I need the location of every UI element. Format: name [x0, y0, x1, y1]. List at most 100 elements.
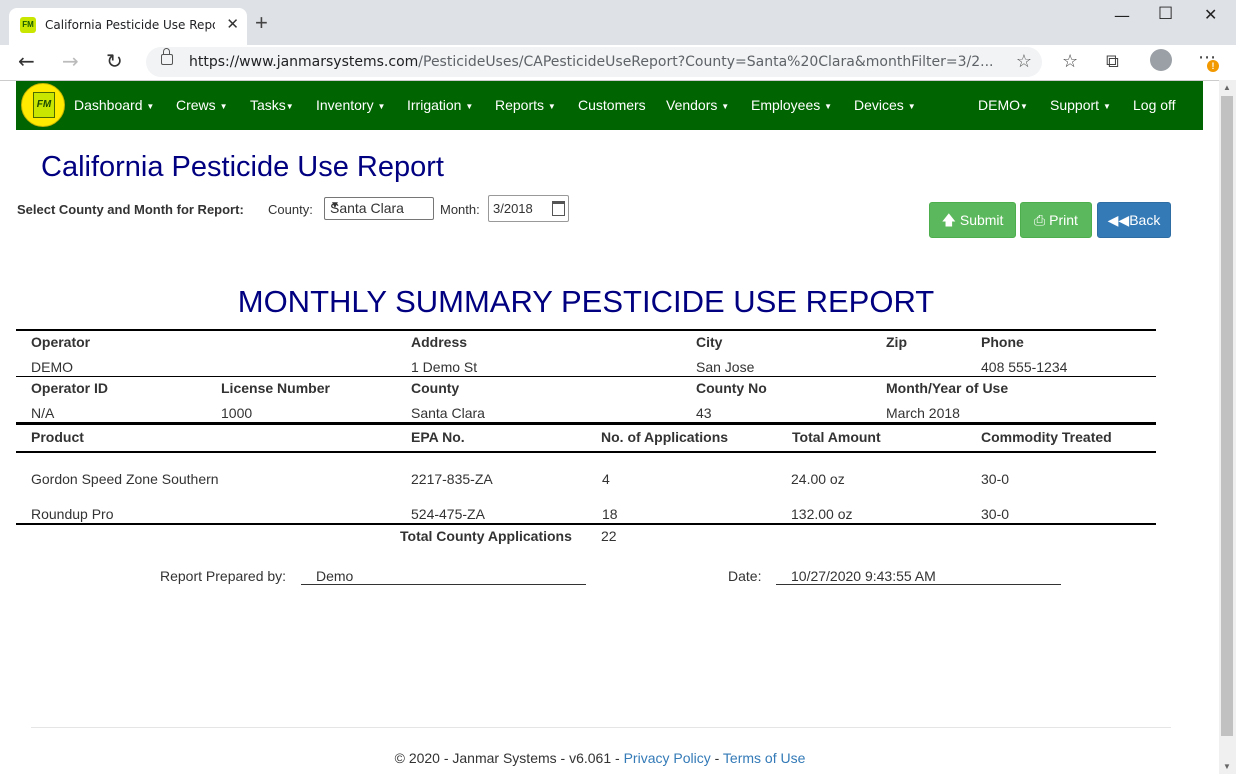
applications-cell: 18	[602, 506, 618, 522]
divider	[16, 329, 1156, 331]
county-select[interactable]: Santa Clara ▼	[324, 197, 434, 220]
tab-title: California Pesticide Use Report -	[45, 18, 215, 32]
chevron-down-icon: ▼	[330, 200, 340, 211]
nav-demo[interactable]: DEMO▼	[978, 97, 1028, 113]
nav-employees[interactable]: Employees ▼	[751, 97, 832, 113]
arrow-up-icon: 🡅	[941, 212, 956, 228]
privacy-policy-link[interactable]: Privacy Policy	[624, 750, 711, 766]
operator-header: Operator	[31, 334, 91, 350]
column-header-epa: EPA No.	[411, 429, 465, 445]
total-value: 22	[601, 528, 617, 544]
backward-icon: ◀◀	[1107, 212, 1130, 228]
nav-reports[interactable]: Reports ▼	[495, 97, 556, 113]
nav-customers[interactable]: Customers	[578, 97, 646, 113]
date-line	[776, 584, 1061, 585]
scroll-thumb[interactable]	[1221, 96, 1233, 736]
app-navbar: FM Dashboard ▼ Crews ▼ Tasks▼ Inventory …	[16, 81, 1203, 130]
copyright-text: © 2020 - Janmar Systems - v6.061 -	[394, 750, 620, 766]
terms-of-use-link[interactable]: Terms of Use	[723, 750, 805, 766]
close-tab-icon[interactable]: ✕	[226, 15, 239, 33]
lock-icon	[161, 48, 173, 65]
url-field[interactable]: https://www.janmarsystems.com/PesticideU…	[146, 47, 1042, 77]
license-value: 1000	[221, 405, 253, 421]
divider	[16, 376, 1156, 377]
back-button[interactable]: ◀◀Back	[1097, 202, 1171, 238]
product-cell: Gordon Speed Zone Southern	[31, 471, 219, 487]
url-text: https://www.janmarsystems.com/PesticideU…	[189, 54, 994, 70]
divider	[16, 523, 1156, 525]
forward-arrow-icon[interactable]: →	[62, 49, 79, 73]
footer-divider	[31, 727, 1171, 728]
phone-value: 408 555-1234	[981, 359, 1068, 375]
epa-cell: 524-475-ZA	[411, 506, 485, 522]
close-window-icon[interactable]: ✕	[1204, 5, 1217, 24]
total-label: Total County Applications	[400, 528, 572, 544]
new-tab-icon[interactable]: +	[255, 10, 268, 36]
calendar-icon[interactable]	[552, 201, 565, 216]
column-header-product: Product	[31, 429, 84, 445]
back-arrow-icon[interactable]: ←	[18, 49, 35, 73]
county-no-value: 43	[696, 405, 712, 421]
city-value: San Jose	[696, 359, 755, 375]
footer-separator: -	[714, 750, 720, 766]
nav-irrigation[interactable]: Irrigation ▼	[407, 97, 473, 113]
divider	[16, 422, 1156, 425]
operator-value: DEMO	[31, 359, 73, 375]
maximize-icon[interactable]: ☐	[1158, 4, 1173, 24]
nav-logoff[interactable]: Log off	[1133, 97, 1176, 113]
amount-cell: 24.00 oz	[791, 471, 845, 487]
nav-inventory[interactable]: Inventory ▼	[316, 97, 385, 113]
address-value: 1 Demo St	[411, 359, 478, 375]
operator-id-header: Operator ID	[31, 380, 109, 396]
product-cell: Roundup Pro	[31, 506, 114, 522]
app-logo[interactable]: FM	[21, 83, 65, 127]
filter-label: Select County and Month for Report:	[17, 202, 244, 217]
report-title: MONTHLY SUMMARY PESTICIDE USE REPORT	[237, 284, 935, 319]
browser-tab[interactable]: FM California Pesticide Use Report - ✕	[9, 8, 247, 45]
scrollbar[interactable]: ▲ ▼	[1219, 80, 1236, 774]
scroll-down-icon[interactable]: ▼	[1223, 762, 1231, 771]
nav-crews[interactable]: Crews ▼	[176, 97, 227, 113]
commodity-cell: 30-0	[981, 471, 1010, 487]
date-label: Date:	[728, 568, 762, 584]
column-header-amount: Total Amount	[792, 429, 881, 445]
nav-vendors[interactable]: Vendors ▼	[666, 97, 729, 113]
nav-support[interactable]: Support ▼	[1050, 97, 1111, 113]
county-label: County:	[268, 202, 313, 217]
county-header: County	[411, 380, 460, 396]
month-input[interactable]: 3/2018	[488, 195, 569, 222]
browser-tab-bar: FM California Pesticide Use Report - ✕ +…	[0, 0, 1236, 45]
collections-icon[interactable]: ⧉	[1106, 51, 1119, 72]
profile-avatar-icon[interactable]	[1150, 49, 1172, 71]
commodity-cell: 30-0	[981, 506, 1010, 522]
minimize-icon[interactable]: —	[1114, 6, 1130, 25]
nav-dashboard[interactable]: Dashboard ▼	[74, 97, 154, 113]
divider	[16, 451, 1156, 453]
signature-line	[301, 584, 586, 585]
column-header-applications: No. of Applications	[601, 429, 729, 445]
county-value: Santa Clara	[411, 405, 485, 421]
prepared-by-value: Demo	[316, 568, 354, 584]
favorites-icon[interactable]: ☆	[1062, 51, 1078, 72]
amount-cell: 132.00 oz	[791, 506, 853, 522]
epa-cell: 2217-835-ZA	[411, 471, 493, 487]
favorite-star-icon[interactable]: ☆	[1016, 51, 1032, 72]
month-year-value: March 2018	[886, 405, 960, 421]
update-badge-icon: !	[1207, 60, 1219, 72]
county-no-header: County No	[696, 380, 767, 396]
footer: © 2020 - Janmar Systems - v6.061 - Priva…	[0, 750, 1200, 766]
scroll-up-icon[interactable]: ▲	[1223, 83, 1231, 92]
license-header: License Number	[221, 380, 330, 396]
phone-header: Phone	[981, 334, 1024, 350]
submit-button[interactable]: 🡅 Submit	[929, 202, 1016, 238]
reload-icon[interactable]: ↻	[106, 49, 123, 73]
column-header-commodity: Commodity Treated	[981, 429, 1112, 445]
printer-icon: ⎙	[1034, 212, 1046, 228]
nav-tasks[interactable]: Tasks▼	[250, 97, 294, 113]
print-button[interactable]: ⎙ Print	[1020, 202, 1092, 238]
month-input-value: 3/2018	[493, 201, 533, 216]
prepared-by-label: Report Prepared by:	[160, 568, 287, 584]
operator-id-value: N/A	[31, 405, 55, 421]
nav-devices[interactable]: Devices ▼	[854, 97, 916, 113]
logo-clipboard-icon: FM	[33, 92, 55, 118]
